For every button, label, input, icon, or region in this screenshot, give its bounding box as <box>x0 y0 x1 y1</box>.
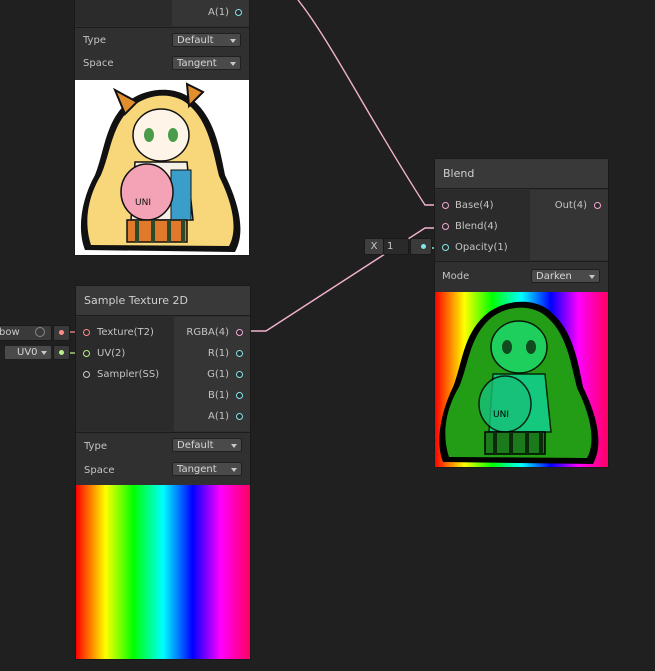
top-node-properties: Type Default Space Tangent <box>75 27 249 79</box>
object-picker-icon[interactable] <box>35 327 45 337</box>
space-label: Space <box>83 58 114 69</box>
rainbow-gradient-preview <box>76 485 250 659</box>
type-label: Type <box>83 35 106 46</box>
blend-node-properties: Mode Darken <box>435 261 608 292</box>
texture-object-field[interactable]: bow <box>0 325 52 341</box>
sample-node-ports: Texture(T2) UV(2) Sampler(SS) RGBA(4) R(… <box>76 317 250 431</box>
mode-dropdown[interactable]: Darken <box>531 269 600 283</box>
port-uv-in-icon[interactable] <box>83 350 90 357</box>
type-dropdown[interactable]: Default <box>172 33 241 47</box>
port-g-label: G(1) <box>207 369 229 380</box>
port-opacity-label: Opacity(1) <box>455 242 508 253</box>
type-dropdown[interactable]: Default <box>172 438 242 452</box>
port-b-label: B(1) <box>207 390 229 401</box>
space-label: Space <box>84 465 115 476</box>
port-sampler-label: Sampler(SS) <box>97 369 160 380</box>
port-vec1-out-icon[interactable] <box>236 350 243 357</box>
opacity-input-slot <box>410 238 432 255</box>
port-a-out-label: A(1) <box>207 7 229 18</box>
uv-input-slot <box>53 345 70 360</box>
top-texture-node[interactable]: A(1) Type Default Space Tangent UNI <box>75 0 249 255</box>
type-label: Type <box>84 441 107 452</box>
port-rgba-label: RGBA(4) <box>186 327 229 338</box>
port-vec1-icon <box>421 244 426 249</box>
port-opacity-in-icon[interactable] <box>442 244 449 251</box>
port-vec1-out-icon[interactable] <box>236 371 243 378</box>
port-vec1-out-icon[interactable] <box>236 413 243 420</box>
caret-down-icon <box>230 39 236 43</box>
port-uv-label: UV(2) <box>97 348 126 359</box>
uv-channel-dropdown[interactable]: UV0 <box>4 345 52 360</box>
caret-down-icon <box>230 62 236 66</box>
port-a-label: A(1) <box>207 411 229 422</box>
sample-node-properties: Type Default Space Tangent <box>76 432 250 485</box>
texture-input-slot <box>53 325 70 341</box>
port-base-label: Base(4) <box>455 200 494 211</box>
port-out-label: Out(4) <box>554 200 587 211</box>
port-texture-icon <box>59 330 64 335</box>
port-blend-label: Blend(4) <box>455 221 498 232</box>
svg-text:UNI: UNI <box>135 198 151 208</box>
port-vec1-icon[interactable] <box>235 9 242 16</box>
space-dropdown[interactable]: Tangent <box>172 56 241 70</box>
port-sampler-in-icon[interactable] <box>83 371 90 378</box>
port-vec2-icon <box>59 350 64 355</box>
space-dropdown[interactable]: Tangent <box>172 462 242 476</box>
blend-node[interactable]: Blend Base(4) Blend(4) Opacity(1) Out(4)… <box>435 159 608 467</box>
sample-texture-2d-node[interactable]: Sample Texture 2D Texture(T2) UV(2) Samp… <box>76 286 250 659</box>
node-title[interactable]: Sample Texture 2D <box>76 286 250 316</box>
opacity-axis-label: X <box>364 238 384 255</box>
opacity-value-input[interactable]: 1 <box>383 238 409 255</box>
port-base-in-icon[interactable] <box>442 202 449 209</box>
caret-down-icon <box>41 351 47 355</box>
svg-text:UNI: UNI <box>493 410 509 420</box>
caret-down-icon <box>231 468 237 472</box>
port-texture-label: Texture(T2) <box>97 327 154 338</box>
top-node-ports: A(1) <box>75 0 249 26</box>
anime-girl-with-pink-plush-preview: UNI <box>75 80 249 255</box>
port-texture-in-icon[interactable] <box>83 329 90 336</box>
port-vec1-out-icon[interactable] <box>236 392 243 399</box>
mode-label: Mode <box>442 271 470 282</box>
wire-top-to-blend-base[interactable] <box>297 0 445 206</box>
node-title[interactable]: Blend <box>435 159 608 189</box>
port-blend-in-icon[interactable] <box>442 223 449 230</box>
caret-down-icon <box>589 275 595 279</box>
caret-down-icon <box>231 444 237 448</box>
darkened-rainbow-anime-girl-preview: UNI <box>435 292 608 467</box>
port-vec4-out-icon[interactable] <box>236 329 243 336</box>
port-vec4-out-icon[interactable] <box>594 202 601 209</box>
port-r-label: R(1) <box>207 348 229 359</box>
blend-node-ports: Base(4) Blend(4) Opacity(1) Out(4) <box>435 190 608 260</box>
